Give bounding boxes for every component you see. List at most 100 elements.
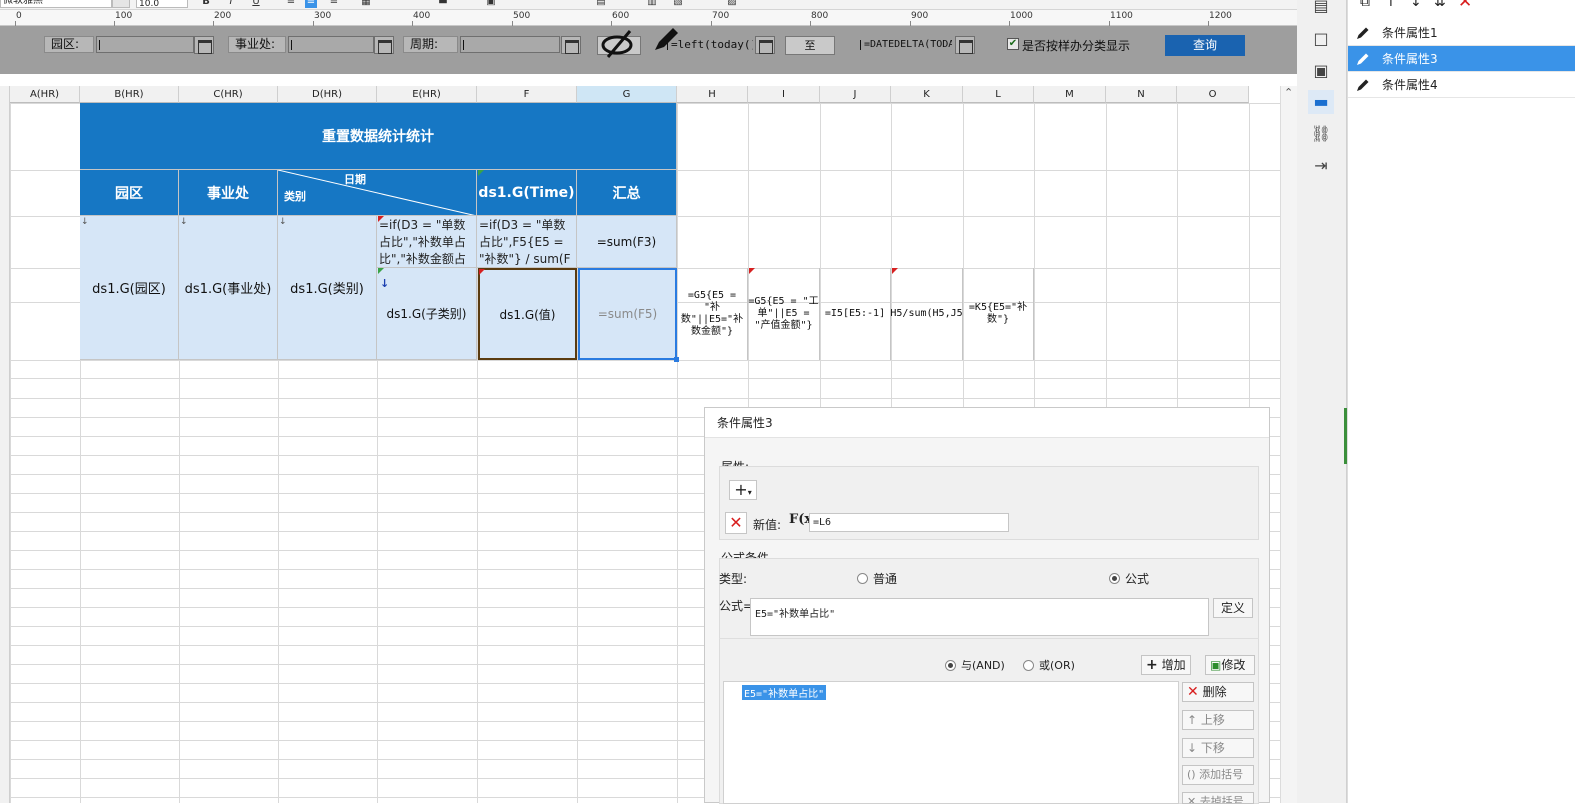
sort-icon[interactable]: ⇊: [1434, 0, 1446, 10]
start-date-calendar-icon[interactable]: [755, 36, 775, 54]
column-header[interactable]: J: [820, 86, 891, 103]
type-normal-radio[interactable]: [857, 573, 868, 584]
column-header[interactable]: C(HR): [179, 86, 278, 103]
condition-item-1[interactable]: 条件属性1: [1348, 20, 1575, 46]
column-header[interactable]: N: [1106, 86, 1177, 103]
column-header[interactable]: F: [477, 86, 577, 103]
grid-row-line: [0, 378, 1280, 379]
cell-attribute-icon[interactable]: ▤: [1308, 0, 1334, 18]
vertical-scrollbar[interactable]: ⌃: [1280, 86, 1297, 803]
move-down-icon[interactable]: ↓: [1410, 0, 1422, 10]
column-header[interactable]: A(HR): [10, 86, 80, 103]
end-date-calendar-icon[interactable]: [955, 36, 975, 54]
move-down-button[interactable]: ↓ 下移: [1182, 738, 1254, 758]
formula-input[interactable]: E5="补数单占比": [750, 598, 1209, 636]
park-picker-icon[interactable]: [194, 36, 214, 54]
font-size-select[interactable]: 10.0: [136, 0, 188, 9]
column-header[interactable]: M: [1034, 86, 1106, 103]
bar-chart-icon[interactable]: ▥: [646, 0, 658, 8]
condition-item-label: 条件属性1: [1382, 26, 1438, 40]
data-entry-icon[interactable]: ⇥: [1308, 154, 1334, 178]
g5-selected-cell[interactable]: =sum(F5): [578, 268, 677, 360]
column-header-selected[interactable]: G: [577, 86, 677, 103]
h5-formula-cell[interactable]: =G5{E5 = "补数"||E5="补数金额"}: [677, 268, 748, 360]
diagonal-header-cell[interactable]: 日期 类别: [278, 170, 477, 216]
add-condition-button[interactable]: + 增加: [1141, 655, 1191, 675]
period-input[interactable]: [460, 36, 560, 53]
query-button[interactable]: 查询: [1165, 35, 1245, 56]
move-up-button[interactable]: ↑ 上移: [1182, 710, 1254, 730]
column-header[interactable]: I: [748, 86, 820, 103]
align-right-icon[interactable]: ≡: [328, 0, 340, 8]
condition-entry[interactable]: E5="补数单占比": [742, 685, 827, 700]
period-dropdown-icon[interactable]: [561, 36, 581, 54]
font-family-select[interactable]: 微软雅黑: [0, 0, 112, 8]
e3-formula-cell[interactable]: =if(D3 = "单数占比","补数单占比","补数金额占: [377, 216, 477, 268]
image-icon[interactable]: ▧: [672, 0, 684, 8]
italic-icon[interactable]: I: [225, 0, 237, 8]
division-field-cell[interactable]: ds1.G(事业处): [179, 216, 278, 360]
font-color-icon[interactable]: ▬: [437, 0, 449, 8]
division-input[interactable]: [288, 36, 374, 53]
condition-item-4[interactable]: 条件属性4: [1348, 72, 1575, 98]
park-header-cell[interactable]: 园区: [80, 170, 179, 216]
font-family-dropdown-icon[interactable]: [112, 0, 130, 8]
bold-icon[interactable]: B: [200, 0, 212, 8]
park-field-cell[interactable]: ds1.G(园区): [80, 216, 179, 360]
delete-condition-button[interactable]: ✕ 删除: [1182, 682, 1254, 702]
add-bracket-button[interactable]: () 添加括号: [1182, 765, 1254, 785]
column-header[interactable]: D(HR): [278, 86, 377, 103]
column-header[interactable]: H: [677, 86, 748, 103]
classify-checkbox[interactable]: ✔: [1007, 38, 1019, 50]
condition-list-box[interactable]: E5="补数单占比": [723, 681, 1179, 804]
division-header-cell[interactable]: 事业处: [179, 170, 278, 216]
remove-bracket-button[interactable]: ✕ 去掉括号: [1182, 792, 1254, 804]
condition-item-3[interactable]: 条件属性3: [1348, 46, 1575, 72]
copy-icon[interactable]: ⧉: [1360, 0, 1370, 10]
f3-formula-cell[interactable]: =if(D3 = "单数占比",F5{E5 = "补数"} / sum(F: [477, 216, 577, 268]
start-date-input[interactable]: =left(today(),4: [664, 36, 754, 53]
merge-cells-icon[interactable]: ▣: [485, 0, 497, 8]
paste-icon[interactable]: ▨: [726, 0, 738, 8]
value-field-cell[interactable]: ds1.G(值): [478, 268, 577, 360]
subcategory-field-cell[interactable]: ds1.G(子类别): [377, 268, 477, 360]
division-picker-icon[interactable]: [374, 36, 394, 54]
align-left-icon[interactable]: ≡: [285, 0, 297, 8]
g3-formula-cell[interactable]: =sum(F3): [577, 216, 677, 268]
underline-icon[interactable]: U: [250, 0, 262, 8]
modify-condition-button[interactable]: ▣修改: [1205, 655, 1255, 675]
category-field-cell[interactable]: ds1.G(类别): [278, 216, 377, 360]
time-header-cell[interactable]: ds1.G(Time): [477, 170, 577, 216]
column-header[interactable]: K: [891, 86, 963, 103]
park-input[interactable]: [96, 36, 194, 53]
remove-attribute-icon[interactable]: ✕: [725, 512, 747, 534]
column-header[interactable]: E(HR): [377, 86, 477, 103]
column-header[interactable]: O: [1177, 86, 1249, 103]
scroll-up-icon[interactable]: ⌃: [1284, 86, 1293, 99]
k5-formula-cell[interactable]: =H5/sum(H5,J5): [891, 268, 963, 360]
align-center-icon[interactable]: ≡: [305, 0, 317, 8]
column-header[interactable]: L: [963, 86, 1034, 103]
new-value-input[interactable]: =L6: [809, 513, 1009, 532]
end-date-input[interactable]: =DATEDELTA(TODA: [857, 36, 953, 53]
move-up-icon[interactable]: ↑: [1385, 0, 1397, 10]
or-radio[interactable]: [1023, 660, 1034, 671]
condition-attribute-icon[interactable]: ▬: [1308, 90, 1334, 114]
and-radio[interactable]: [945, 660, 956, 671]
total-header-cell[interactable]: 汇总: [577, 170, 677, 216]
column-header[interactable]: B(HR): [80, 86, 179, 103]
i5-formula-cell[interactable]: =G5{E5 = "工单"||E5 = "产值金额"}: [748, 268, 820, 360]
l5-formula-cell[interactable]: =K5{E5="补数"}: [963, 268, 1034, 360]
report-title-cell[interactable]: 重置数据统计统计: [80, 103, 677, 170]
widget-settings-icon[interactable]: ▣: [1308, 59, 1334, 83]
define-button[interactable]: 定义: [1213, 598, 1253, 618]
j5-formula-cell[interactable]: =I5[E5:-1]: [820, 268, 891, 360]
insert-chart-icon[interactable]: ▤: [595, 0, 607, 8]
cell-style-icon[interactable]: □: [1308, 27, 1334, 51]
type-formula-radio[interactable]: [1109, 573, 1120, 584]
add-attribute-button[interactable]: +▾: [729, 480, 757, 500]
border-icon[interactable]: ▦: [360, 0, 372, 8]
hyperlink-icon[interactable]: ⛓: [1308, 122, 1334, 146]
delete-icon[interactable]: ✕: [1458, 0, 1472, 12]
hidden-widget-button[interactable]: [597, 30, 641, 58]
